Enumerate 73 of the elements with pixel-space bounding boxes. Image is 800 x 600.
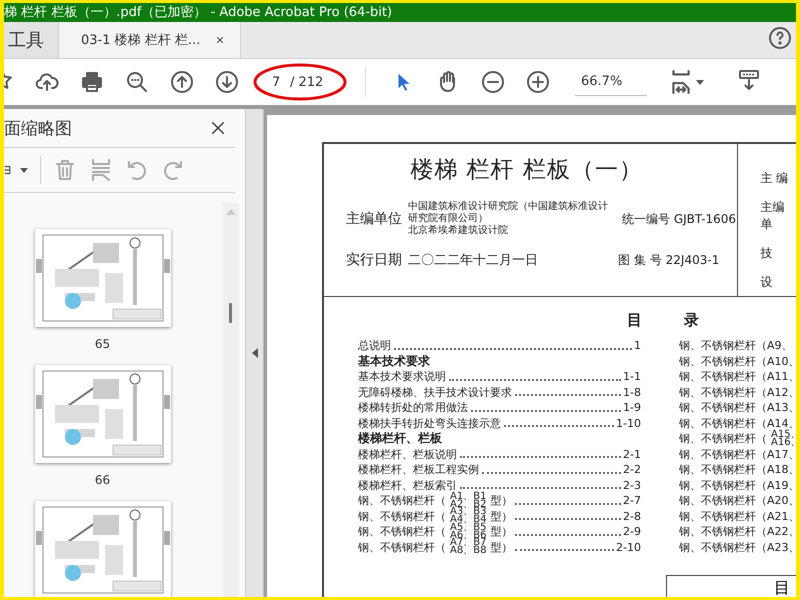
organization-name: 北京希埃希建筑设计院	[408, 225, 509, 237]
series-number: 统一编号 GJBT-1606	[622, 210, 736, 228]
toc-entry-title: 钢、不锈钢栏杆（A11、	[679, 369, 796, 384]
field-label: 主 编	[760, 170, 790, 187]
toc-heading: 基本技术要求	[358, 352, 430, 370]
page-footer-text: 目	[774, 578, 790, 597]
toc-page-number: 1-8	[623, 386, 641, 399]
field-label: 实行日期	[346, 251, 402, 269]
toc-entry-title: 总说明	[358, 338, 391, 354]
toc-page-number: 2-3	[623, 478, 641, 492]
toc-page-number: 2-1	[623, 448, 641, 461]
scroll-thumb[interactable]	[229, 303, 232, 323]
toc-entry-title: 楼梯栏杆、栏板工程实例	[358, 462, 479, 478]
toc-entry-title: 钢、不锈钢栏杆（A19、	[679, 478, 796, 493]
zoom-in-icon[interactable]	[526, 70, 550, 94]
toc-page-number: 2-8	[623, 510, 641, 523]
toc-entry-title: 钢、不锈钢栏杆（A23、	[679, 540, 796, 555]
atlas-number: 图 集 号 22J403-1	[618, 252, 720, 268]
toc-page-number: 2-9	[623, 525, 641, 538]
toc-page-number: 1-10	[616, 416, 641, 430]
window-title: 梯 栏杆 栏板（一）.pdf（已加密） - Adobe Acrobat Pro (64-bit)	[4, 5, 392, 20]
toc-entry-title: 钢、不锈钢栏杆（A14、	[679, 416, 796, 430]
toc-entry-title: 钢、不锈钢栏杆（A21、	[679, 508, 796, 524]
print-icon[interactable]	[80, 70, 104, 94]
field-label: 主编单	[760, 199, 786, 233]
toc-entry-title: 钢、不锈钢栏杆（A20、	[679, 493, 796, 508]
tab[interactable]: 03-1 楼梯 栏杆 栏...	[59, 22, 241, 58]
document-title: 楼梯 栏杆 栏板（一）	[410, 156, 643, 185]
toc-entry-title: 基本技术要求说明	[358, 369, 446, 384]
toc-page-number: 1-9	[623, 401, 641, 414]
toc-entry-title: 钢、不锈钢栏杆（A17、	[679, 446, 796, 462]
field-label: 技	[760, 245, 774, 262]
toc-entry-title: 钢、不锈钢栏杆（A9、	[679, 338, 793, 354]
zoom-dropdown[interactable]: 66.7%	[575, 68, 647, 96]
tab[interactable]: 工具	[4, 22, 59, 58]
toc-heading: 楼梯栏杆、栏板	[358, 430, 442, 448]
field-label: 主编单位	[346, 210, 402, 228]
toc-page-number: 1-1	[623, 370, 641, 384]
toc-entry-title: 楼梯转折处的常用做法	[358, 400, 468, 416]
page-number-label: 66	[94, 473, 110, 487]
page-number-label: 65	[94, 337, 110, 351]
close-icon[interactable]	[209, 119, 227, 137]
previous-page-icon[interactable]	[170, 70, 194, 94]
toc-page-number: 2-7	[623, 494, 641, 508]
page-number-field[interactable]: 7	[272, 74, 290, 90]
toc-page-number: 2-10	[616, 540, 641, 554]
toc-entry-title: 无障碍楼梯、扶手技术设计要求	[358, 384, 512, 400]
contents-heading: 录	[684, 311, 699, 330]
panel-title: 面缩略图	[4, 118, 72, 140]
toc-entry-title: 钢、不锈钢栏杆（A22、	[679, 524, 796, 540]
toc-entry-title: 钢、不锈钢栏杆（A12、	[679, 384, 796, 400]
contents-heading: 目	[627, 311, 642, 330]
toc-entry-title: 楼梯栏杆、栏板说明	[358, 446, 457, 462]
toc-entry-title: 钢、不锈钢栏杆（A13、	[679, 400, 796, 416]
toc-entry-title: 楼梯扶手转折处弯头连接示意	[358, 416, 501, 431]
field-label: 设	[760, 274, 774, 291]
help-icon[interactable]	[768, 26, 792, 50]
next-page-icon[interactable]	[215, 70, 239, 94]
page-total: / 212	[290, 74, 324, 90]
toc-entry-title: 钢、不锈钢栏杆（A10、	[679, 354, 796, 369]
toc-entry-title: 楼梯栏杆、栏板索引	[358, 478, 457, 492]
collapse-icon[interactable]	[252, 348, 258, 358]
zoom-search-icon[interactable]	[125, 70, 149, 94]
toc-page-number: 1	[634, 339, 641, 352]
toc-entry-title: 钢、不锈钢栏杆（A18、	[679, 462, 796, 478]
toc-page-number: 2-2	[623, 463, 641, 476]
caret-icon[interactable]	[20, 168, 28, 172]
organization-name: 中国建筑标准设计研究院（中国建筑标准设计研究院有限公司）	[408, 201, 609, 224]
scrollbar[interactable]	[223, 203, 239, 597]
zoom-out-icon[interactable]	[481, 70, 505, 94]
effective-date: 二〇二二年十二月一日	[408, 252, 539, 269]
keyboard-icon[interactable]	[737, 68, 761, 92]
caret-icon[interactable]	[696, 80, 704, 84]
